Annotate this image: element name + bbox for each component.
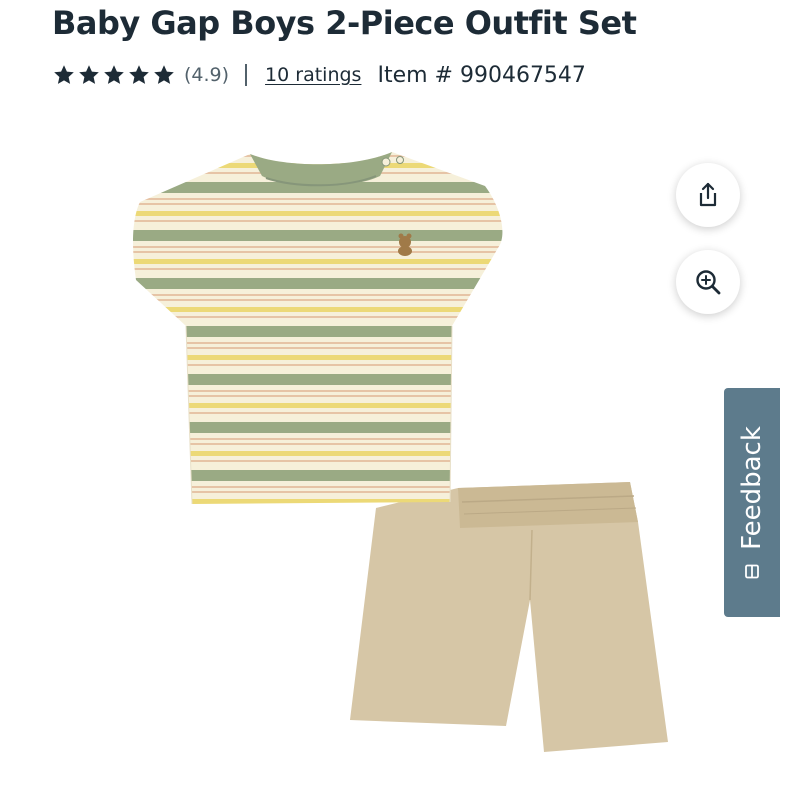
star-icon — [154, 65, 174, 84]
item-number: Item # 990467547 — [377, 62, 586, 88]
feedback-tab[interactable]: Feedback — [724, 388, 780, 617]
bear-logo — [398, 233, 412, 256]
share-icon — [699, 182, 717, 207]
star-rating — [52, 63, 176, 87]
feedback-label: Feedback — [737, 425, 767, 550]
share-button[interactable] — [676, 163, 740, 227]
product-image[interactable] — [100, 130, 680, 760]
divider — [245, 64, 248, 86]
star-icon — [129, 65, 149, 84]
feedback-icon — [745, 564, 759, 579]
zoom-in-icon — [696, 270, 721, 295]
striped-tee — [133, 152, 503, 505]
zoom-button[interactable] — [676, 250, 740, 314]
rating-row: (4.9) 10 ratings Item # 990467547 — [52, 60, 586, 90]
star-icon — [79, 65, 99, 84]
shorts — [350, 482, 668, 752]
ratings-count-link[interactable]: 10 ratings — [265, 64, 361, 86]
star-icon — [54, 65, 74, 84]
star-icon — [104, 65, 124, 84]
rating-score: (4.9) — [184, 64, 230, 86]
product-title: Baby Gap Boys 2-Piece Outfit Set — [52, 4, 637, 42]
outfit-illustration — [133, 152, 668, 752]
